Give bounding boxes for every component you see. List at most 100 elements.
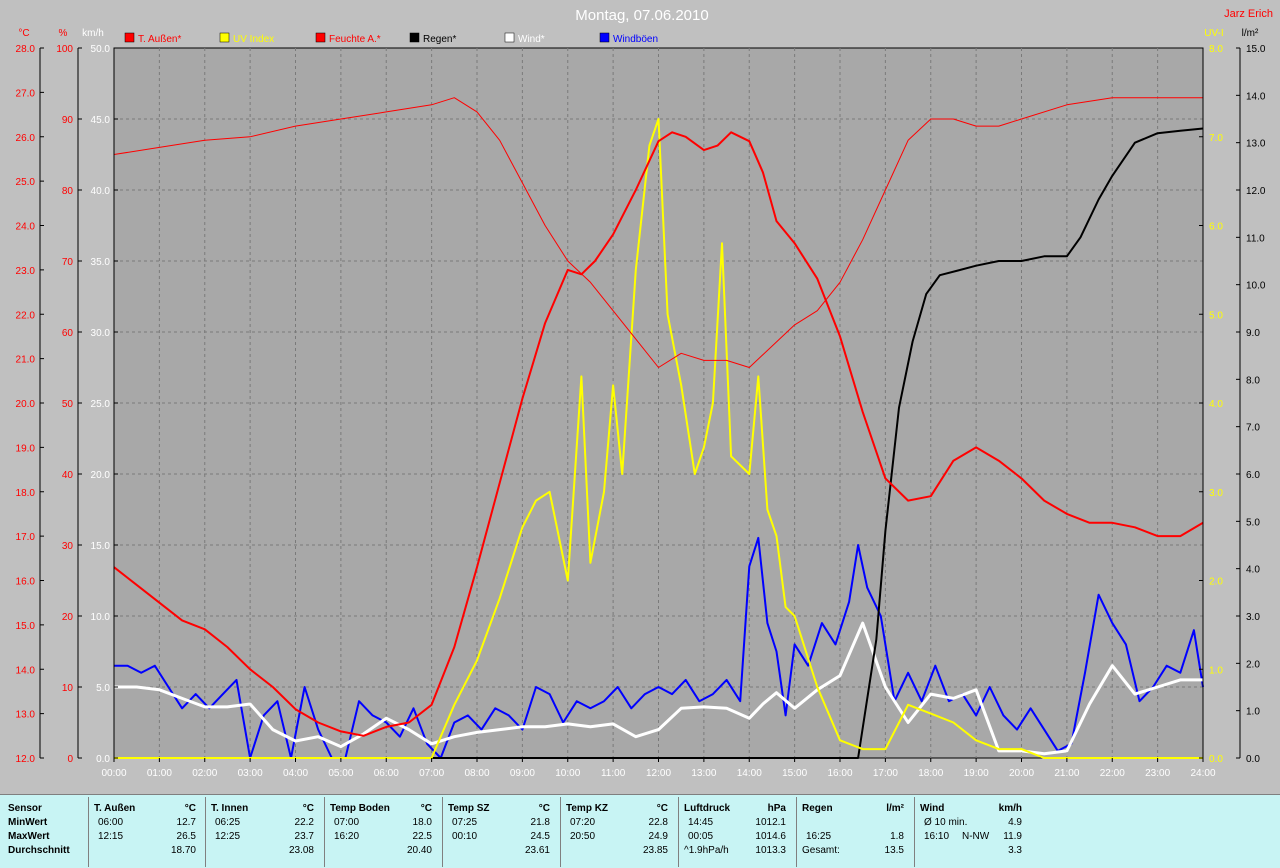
temp-axis-tick-label: 18.0	[16, 488, 36, 499]
legend: T. Außen* UV Index Feuchte A.* Regen* Wind* W…	[124, 32, 658, 45]
rain-axis-tick-label: 14.0	[1246, 91, 1266, 102]
x-tick-label: 10:00	[555, 768, 580, 779]
uv-axis-tick-label: 5.0	[1209, 310, 1223, 321]
humidity-axis-tick-label: 0	[67, 754, 73, 765]
chart-title: Montag, 07.06.2010	[575, 7, 708, 24]
x-tick-label: 08:00	[464, 768, 489, 779]
legend-swatch	[504, 32, 515, 43]
x-tick-label: 09:00	[510, 768, 535, 779]
wind-axis-tick-label: 30.0	[91, 328, 111, 339]
x-tick-label: 00:00	[101, 768, 126, 779]
statistics-table: Sensor MinWert MaxWert Durchschnitt T. Außen…	[0, 794, 1280, 868]
temp-axis-tick-label: 17.0	[16, 532, 36, 543]
x-tick-label: 01:00	[147, 768, 172, 779]
wind-axis-tick-label: 5.0	[96, 683, 110, 694]
wind-axis-tick-label: 20.0	[91, 470, 111, 481]
temp-axis-tick-label: 28.0	[16, 44, 36, 55]
humidity-axis-tick-label: 20	[62, 612, 74, 623]
stats-avg-value: 18.70	[170, 845, 196, 856]
temp-axis-tick-label: 27.0	[16, 88, 36, 99]
stats-max-value: 11.9	[1003, 831, 1022, 842]
stats-column-divider	[796, 797, 797, 867]
x-tick-label: 23:00	[1145, 768, 1170, 779]
x-tick-label: 13:00	[691, 768, 716, 779]
wind-axis-tick-label: 10.0	[91, 612, 111, 623]
rain-axis-tick-label: 8.0	[1246, 375, 1260, 386]
uv-axis-tick-label: 3.0	[1209, 488, 1223, 499]
stats-avg-value: 23.85	[642, 845, 668, 856]
rain-axis-tick-label: 7.0	[1246, 423, 1260, 434]
x-tick-label: 11:00	[601, 768, 626, 779]
x-tick-label: 18:00	[918, 768, 943, 779]
rain-axis-tick-label: 15.0	[1246, 44, 1266, 55]
stats-sensor-unit: °C	[184, 803, 196, 814]
weather-chart: 00:00 01:00 02:00 03:00 04:00 05:00 06:00 07:00…	[16, 7, 1273, 779]
uv-axis-tick-label: 8.0	[1209, 44, 1223, 55]
x-tick-label: 21:00	[1054, 768, 1079, 779]
legend-label: UV Index	[233, 34, 274, 45]
legend-swatch	[315, 32, 326, 43]
author-label: Jarz Erich	[1224, 8, 1273, 20]
rain-axis-tick-label: 9.0	[1246, 328, 1260, 339]
stats-min-value: 18.0	[412, 817, 432, 828]
wind-axis-tick-label: 40.0	[91, 186, 111, 197]
rain-axis-tick-label: 5.0	[1246, 517, 1260, 528]
legend-label: Wind*	[518, 34, 545, 45]
humidity-axis-tick-label: 40	[62, 470, 74, 481]
stats-max-value: 22.5	[412, 831, 432, 842]
x-tick-label: 24:00	[1190, 768, 1215, 779]
wind-axis-tick-label: 35.0	[91, 257, 111, 268]
legend-swatch	[599, 32, 610, 43]
temp-axis-tick-label: 13.0	[16, 710, 36, 721]
legend-label: Regen*	[423, 34, 456, 45]
humidity-axis-tick-label: 70	[62, 257, 74, 268]
rain-axis-tick-label: 11.0	[1246, 233, 1265, 244]
rain-axis-tick-label: 0.0	[1246, 754, 1260, 765]
humidity-axis-tick-label: 90	[62, 115, 74, 126]
x-tick-label: 20:00	[1009, 768, 1034, 779]
legend-swatch	[409, 32, 420, 43]
humidity-axis-tick-label: 100	[56, 44, 73, 55]
humidity-axis-tick-label: 60	[62, 328, 74, 339]
stats-column-divider	[678, 797, 679, 867]
x-tick-label: 05:00	[328, 768, 353, 779]
stats-avg-value: 13.5	[884, 845, 904, 856]
temp-axis-tick-label: 24.0	[16, 222, 36, 233]
stats-avg-value: 23.08	[288, 845, 314, 856]
x-tick-label: 14:00	[737, 768, 762, 779]
uv-axis-tick-label: 2.0	[1209, 577, 1223, 588]
rain-axis-tick-label: 6.0	[1246, 470, 1260, 481]
wind-axis-tick-label: 15.0	[91, 541, 111, 552]
x-tick-label: 07:00	[419, 768, 444, 779]
stats-max-value: 26.5	[176, 831, 196, 842]
temp-axis-tick-label: 15.0	[16, 621, 36, 632]
temp-axis-tick-label: 21.0	[16, 355, 36, 366]
uv-axis-tick-label: 6.0	[1209, 222, 1223, 233]
uv-axis-tick-label: 7.0	[1209, 133, 1223, 144]
stats-label-min: MinWert	[8, 817, 48, 828]
x-tick-label: 19:00	[964, 768, 989, 779]
temp-axis-tick-label: 16.0	[16, 577, 36, 588]
rain-axis-tick-label: 10.0	[1246, 281, 1266, 292]
wind-axis-tick-label: 0.0	[96, 754, 110, 765]
x-tick-label: 12:00	[646, 768, 671, 779]
temp-axis-tick-label: 23.0	[16, 266, 36, 277]
temp-axis-tick-label: 26.0	[16, 133, 36, 144]
stats-min-value: 22.2	[294, 817, 314, 828]
stats-column-divider	[324, 797, 325, 867]
x-tick-label: 17:00	[873, 768, 898, 779]
legend-swatch	[124, 32, 135, 43]
stats-sensor-unit: °C	[302, 803, 314, 814]
stats-label-avg: Durchschnitt	[8, 845, 70, 856]
stats-sensor-unit: °C	[538, 803, 550, 814]
stats-min-value: 22.8	[648, 817, 668, 828]
stats-column-divider	[914, 797, 915, 867]
stats-max-value: 1.8	[890, 831, 904, 842]
wind-axis-tick-label: 25.0	[91, 399, 111, 410]
temp-axis-tick-label: 25.0	[16, 177, 36, 188]
temp-axis-tick-label: 19.0	[16, 443, 36, 454]
temp-axis-tick-label: 22.0	[16, 310, 36, 321]
legend-swatch	[219, 32, 230, 43]
humidity-axis-unit: %	[59, 28, 68, 39]
stats-avg-value: 1013.3	[755, 845, 786, 856]
